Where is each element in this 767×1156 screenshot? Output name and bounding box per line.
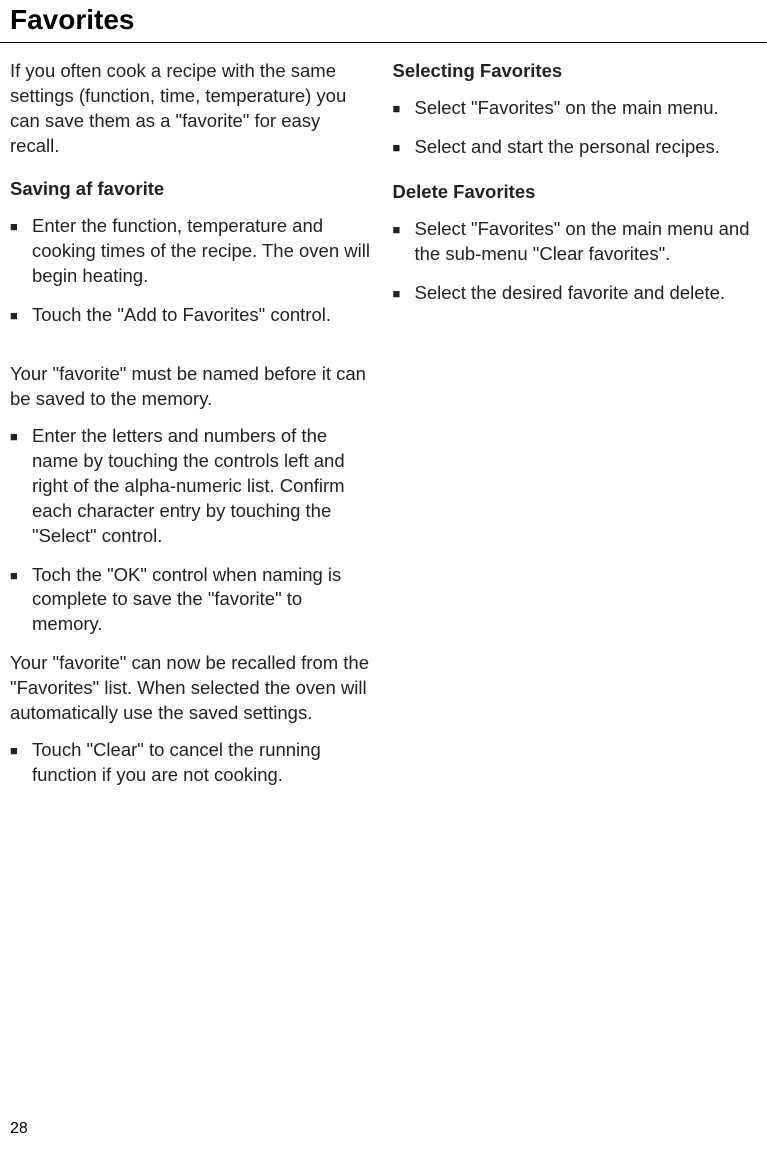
heading-selecting-favorites: Selecting Favorites	[393, 59, 758, 84]
bullet-text: Enter the function, temperature and cook…	[32, 214, 375, 289]
list-item: ■ Toch the "OK" control when naming is c…	[10, 563, 375, 638]
heading-delete-favorites: Delete Favorites	[393, 180, 758, 205]
square-bullet-icon: ■	[10, 563, 32, 638]
square-bullet-icon: ■	[393, 217, 415, 267]
bullet-text: Enter the letters and numbers of the nam…	[32, 424, 375, 549]
bullet-text: Touch "Clear" to cancel the running func…	[32, 738, 375, 788]
bullet-text: Select "Favorites" on the main menu.	[415, 96, 758, 121]
list-item: ■ Enter the function, temperature and co…	[10, 214, 375, 289]
square-bullet-icon: ■	[10, 424, 32, 549]
heading-saving-favorite: Saving af favorite	[10, 177, 375, 202]
square-bullet-icon: ■	[393, 96, 415, 121]
square-bullet-icon: ■	[393, 135, 415, 160]
recall-paragraph: Your "favorite" can now be recalled from…	[10, 651, 375, 726]
bullet-text: Touch the "Add to Favorites" control.	[32, 303, 375, 328]
list-item: ■ Select "Favorites" on the main menu.	[393, 96, 758, 121]
page-title: Favorites	[0, 0, 767, 43]
bullet-text: Select "Favorites" on the main menu and …	[415, 217, 758, 267]
bullet-text: Select and start the personal recipes.	[415, 135, 758, 160]
square-bullet-icon: ■	[393, 281, 415, 306]
right-column: Selecting Favorites ■ Select "Favorites"…	[393, 59, 758, 802]
square-bullet-icon: ■	[10, 214, 32, 289]
bullet-text: Toch the "OK" control when naming is com…	[32, 563, 375, 638]
intro-paragraph: If you often cook a recipe with the same…	[10, 59, 375, 159]
bullet-text: Select the desired favorite and delete.	[415, 281, 758, 306]
content-area: If you often cook a recipe with the same…	[0, 43, 767, 802]
list-item: ■ Select "Favorites" on the main menu an…	[393, 217, 758, 267]
list-item: ■ Select the desired favorite and delete…	[393, 281, 758, 306]
naming-paragraph: Your "favorite" must be named before it …	[10, 362, 375, 412]
list-item: ■ Touch the "Add to Favorites" control.	[10, 303, 375, 328]
list-item: ■ Touch "Clear" to cancel the running fu…	[10, 738, 375, 788]
list-item: ■ Select and start the personal recipes.	[393, 135, 758, 160]
square-bullet-icon: ■	[10, 303, 32, 328]
left-column: If you often cook a recipe with the same…	[10, 59, 375, 802]
list-item: ■ Enter the letters and numbers of the n…	[10, 424, 375, 549]
page-number: 28	[10, 1120, 28, 1138]
square-bullet-icon: ■	[10, 738, 32, 788]
